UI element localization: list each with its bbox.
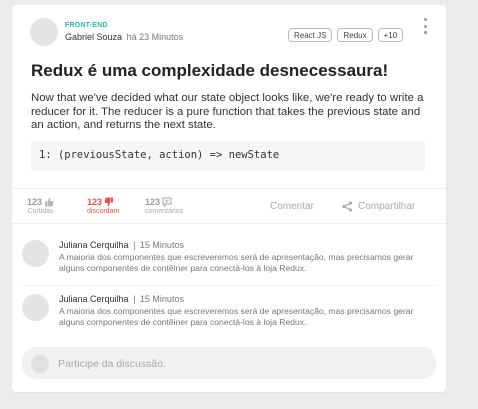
comments-label: comentários <box>145 208 184 215</box>
discussion-input[interactable] <box>58 356 418 372</box>
share-button[interactable]: Compartilhar <box>342 201 415 212</box>
user-avatar <box>31 355 49 373</box>
comment-time: 15 Minutos <box>139 240 184 250</box>
post-time: há 23 Minutos <box>126 32 184 42</box>
divider <box>22 285 436 286</box>
post-title: Redux é uma complexidade desnecessaura! <box>31 61 389 80</box>
share-button-label: Compartilhar <box>358 201 416 212</box>
thumbs-down-icon <box>104 197 114 207</box>
likes-stat[interactable]: 123 Curtidas <box>27 197 54 215</box>
comment-text: A maioria dos componentes que escreverem… <box>59 306 414 327</box>
comment-separator: | <box>133 294 136 304</box>
dislikes-count: 123 <box>87 197 103 207</box>
post-card: FRONT-END Gabriel Souza há 23 Minutos Re… <box>12 5 446 392</box>
comments-count: 123 <box>145 197 161 207</box>
more-options-icon[interactable] <box>421 18 429 34</box>
likes-count: 123 <box>27 197 43 207</box>
comment-time: 15 Minutos <box>139 294 184 304</box>
comment-bubble-icon <box>162 197 172 207</box>
thumbs-up-icon <box>45 197 54 207</box>
comment-separator: | <box>133 240 136 250</box>
divider <box>12 223 446 224</box>
comment-text: A maioria dos componentes que escreverem… <box>59 252 414 273</box>
commenter-name[interactable]: Juliana Cerquilha <box>59 294 129 304</box>
post-body: Now that we've decided what our state ob… <box>31 92 424 132</box>
divider <box>12 188 446 189</box>
likes-label: Curtidas <box>27 208 54 215</box>
author-avatar[interactable] <box>30 18 58 46</box>
post-category[interactable]: FRONT-END <box>65 22 108 29</box>
comments-stat[interactable]: 123 comentários <box>145 197 183 215</box>
commenter-avatar[interactable] <box>22 294 49 321</box>
tag-react[interactable]: React JS <box>288 28 333 42</box>
comment-button-label: Comentar <box>270 201 314 212</box>
author-name[interactable]: Gabriel Souza <box>65 32 122 42</box>
share-icon <box>342 201 353 212</box>
commenter-name[interactable]: Juliana Cerquilha <box>59 240 129 250</box>
comment-button[interactable]: Comentar <box>270 201 314 212</box>
tag-redux[interactable]: Redux <box>337 28 373 42</box>
tag-list: React JS Redux +10 <box>288 28 404 42</box>
dislikes-stat[interactable]: 123 discordam <box>87 197 119 215</box>
discussion-box[interactable] <box>22 347 436 379</box>
tag-more[interactable]: +10 <box>377 28 404 42</box>
code-block: 1: (previousState, action) => newState <box>31 141 425 171</box>
commenter-avatar[interactable] <box>22 240 49 267</box>
post-author-line: Gabriel Souza há 23 Minutos <box>65 32 183 42</box>
dislikes-label: discordam <box>87 208 120 215</box>
